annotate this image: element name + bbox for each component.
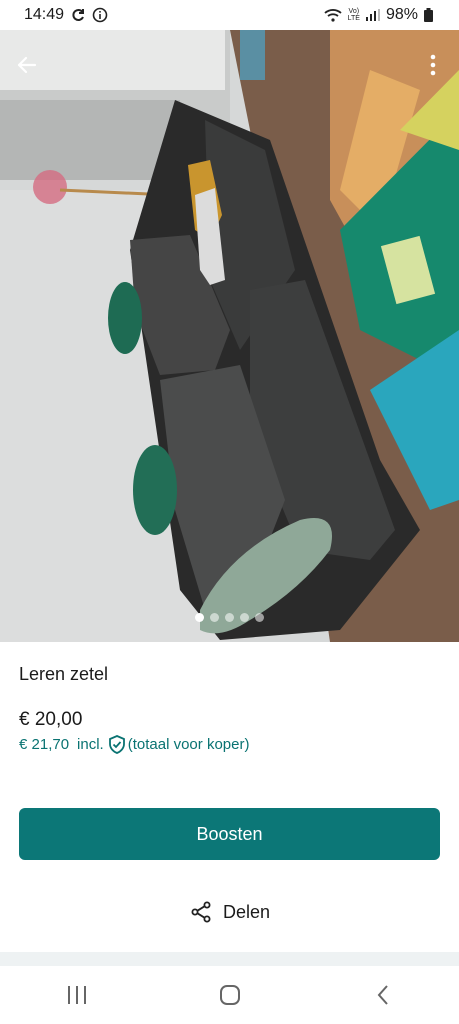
sync-icon [70,7,86,23]
gallery-dot[interactable] [210,613,219,622]
gallery-pagination [0,613,459,622]
back-button[interactable] [12,50,42,80]
listing-title: Leren zetel [19,664,109,684]
status-time: 14:49 [24,6,65,23]
home-icon [219,985,240,1005]
battery-percent: 98% [385,6,418,23]
recent-apps-button[interactable] [47,975,107,1015]
listing-price: € 20,00 [19,709,83,730]
wifi-icon [324,8,342,22]
buyer-incl-label: incl. [77,736,104,753]
system-nav-bar [0,966,459,1024]
shield-check-icon [108,735,126,754]
more-options-button[interactable] [421,50,445,80]
arrow-left-icon [15,53,39,77]
share-label: Delen [222,901,271,922]
buyer-note: (totaal voor koper) [127,736,250,753]
battery-icon [424,8,433,22]
system-back-button[interactable] [353,975,413,1015]
signal-icon [365,9,380,21]
status-bar: 14:49 Vo) LTE 98% [0,0,459,30]
chevron-left-icon [377,985,388,1005]
sofa-photo-image [0,30,459,642]
buyer-price: € 21,70 [19,736,70,753]
volte-label: Vo) [348,8,360,15]
gallery-dot[interactable] [255,613,264,622]
more-vertical-icon [430,53,436,77]
share-button[interactable]: Delen [0,900,459,924]
gallery-dot[interactable] [240,613,249,622]
gallery-dot[interactable] [195,613,204,622]
buyer-price-row[interactable]: € 21,70 incl. (totaal voor koper) [19,735,249,754]
home-button[interactable] [200,975,260,1015]
lte-label: LTE [347,15,360,22]
info-icon [92,7,108,23]
boost-button[interactable]: Boosten [19,808,440,860]
listing-photo[interactable] [0,30,459,642]
share-icon [189,900,213,924]
section-divider [0,952,459,966]
recent-apps-icon [67,986,86,1004]
gallery-dot[interactable] [225,613,234,622]
lte-icon: Vo) LTE [348,8,360,22]
